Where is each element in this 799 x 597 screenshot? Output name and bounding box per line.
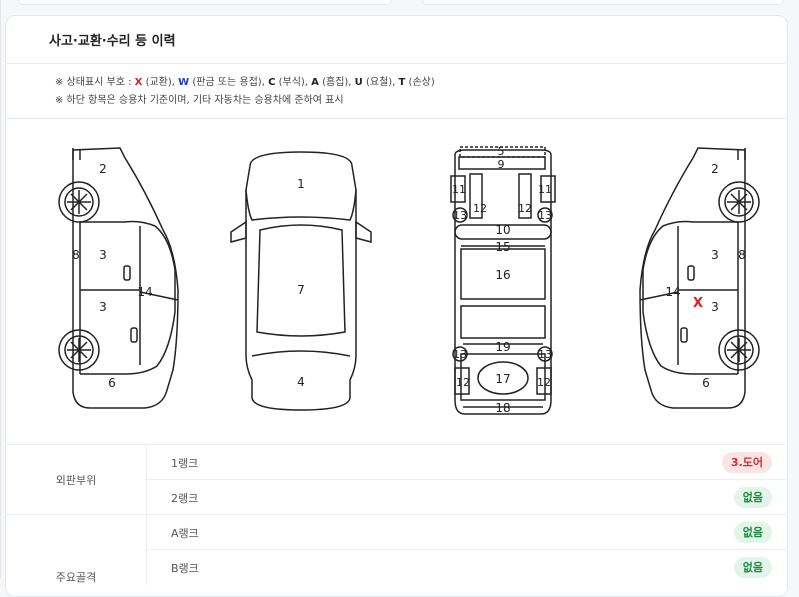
status-legend: ※ 상태표시 부호 : X (교환), W (판금 또는 용접), C (부식)… [55, 74, 435, 110]
part-label: 13 [453, 209, 467, 222]
exchange-mark: X [693, 296, 703, 311]
part-label: 2 [711, 162, 719, 176]
right-side-view: 2 3 8 14 X 3 6 [639, 147, 760, 409]
part-label: 13 [453, 348, 467, 361]
car-diagram-svg: 2 8 3 3 14 6 1 7 4 5 9 11 11 12 12 13 13… [58, 145, 760, 415]
part-label: 7 [297, 283, 305, 297]
part-label: 11 [452, 183, 466, 196]
status-badge: 없음 [733, 487, 772, 508]
part-label: 12 [537, 376, 551, 389]
frame-view: 5 9 11 11 12 12 13 13 10 15 16 13 13 19 … [450, 145, 556, 415]
top-card-edges [0, 0, 799, 8]
part-label: 14 [665, 285, 680, 299]
category-exterior: 외판부위 [6, 444, 147, 515]
part-label: 12 [518, 202, 532, 215]
rank-label: A랭크 [171, 527, 199, 540]
status-badge: 없음 [733, 557, 772, 578]
left-divider [0, 0, 1, 578]
part-label: 1 [297, 177, 305, 191]
divider [6, 118, 786, 119]
car-parts-diagram: 2 8 3 3 14 6 1 7 4 5 9 11 11 12 12 13 13… [45, 130, 765, 430]
part-label: 5 [498, 145, 505, 158]
part-label: 11 [538, 183, 552, 196]
part-label: 17 [495, 372, 510, 386]
part-label: 19 [495, 340, 510, 354]
part-label: 14 [137, 285, 152, 299]
category-frame: 주요골격 [6, 514, 147, 585]
part-label: 8 [738, 248, 746, 262]
part-label: 15 [495, 240, 510, 254]
table-row: B랭크 없음 [146, 549, 786, 585]
rank-label: 1랭크 [171, 457, 199, 470]
left-side-view: 2 8 3 3 14 6 [58, 147, 179, 409]
status-badge: 없음 [733, 522, 772, 543]
part-label: 18 [495, 401, 510, 415]
part-label: 4 [297, 375, 305, 389]
part-label: 8 [72, 248, 80, 262]
part-label: 3 [711, 300, 719, 314]
table-row: A랭크 없음 [146, 514, 786, 550]
part-label: 3 [99, 248, 107, 262]
status-badge: 3.도어 [721, 452, 772, 473]
part-label: 3 [711, 248, 719, 262]
rank-label: B랭크 [171, 562, 199, 575]
divider [6, 63, 786, 64]
part-label: 2 [99, 162, 107, 176]
legend-note: ※ 하단 항목은 승용차 기준이며, 기타 자동차는 승용차에 준하여 표시 [55, 95, 344, 106]
legend-line: ※ 상태표시 부호 : X (교환), W (판금 또는 용접), C (부식)… [55, 77, 435, 88]
part-label: 13 [538, 209, 552, 222]
part-label: 12 [473, 202, 487, 215]
table-row: 1랭크 3.도어 [146, 444, 786, 480]
top-view: 1 7 4 [230, 151, 372, 411]
section-title: 사고·교환·수리 등 이력 [49, 34, 176, 49]
part-label: 10 [495, 223, 510, 237]
part-label: 6 [108, 376, 116, 390]
part-label: 9 [498, 158, 505, 171]
part-label: 13 [538, 348, 552, 361]
table-row: 2랭크 없음 [146, 479, 786, 515]
part-label: 12 [456, 376, 470, 389]
rank-label: 2랭크 [171, 492, 199, 505]
part-label: 6 [702, 376, 710, 390]
part-label: 16 [495, 268, 510, 282]
part-label: 3 [99, 300, 107, 314]
